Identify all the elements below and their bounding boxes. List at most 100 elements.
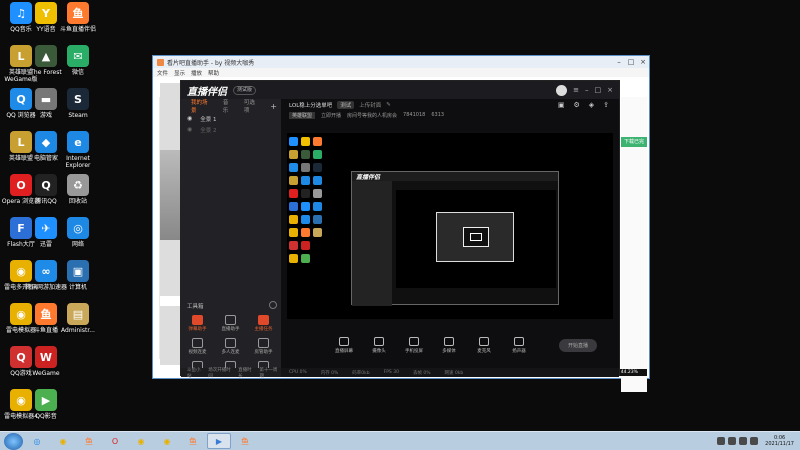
taskbar-app[interactable]: ◉ [155,433,179,449]
taskbar-app-icon: ◉ [59,436,67,446]
edit-icon[interactable]: ✎ [386,102,391,108]
taskbar-app[interactable]: ◉ [129,433,153,449]
eye-icon[interactable]: ◉ [187,115,192,122]
tab-scenes[interactable]: 我的场景 [191,98,213,114]
source-button[interactable]: 摄像头 [366,336,392,354]
desktop-app-icon: 鱼 [67,2,89,24]
skin-icon[interactable]: ◈ [589,101,594,109]
desktop-icon[interactable]: 鱼斗鱼直播伴侣 [57,2,99,45]
taskbar-app[interactable]: ◎ [25,433,49,449]
source-button[interactable]: 多媒体 [436,336,462,354]
scene-item[interactable]: ◉ 全景 1 [181,113,281,124]
minimize-icon[interactable]: – [613,57,625,68]
preview-desktop-icon [313,150,322,159]
tool-label: 直播助手 [221,327,240,332]
toolbox-more-icon[interactable] [269,301,277,309]
preview-desktop-icon [313,189,322,198]
desktop-icon-label: Administr... [61,327,95,334]
maximize-icon[interactable]: □ [625,57,637,68]
network-icon[interactable] [739,437,748,445]
desktop-app-icon: ∞ [35,260,57,282]
start-button[interactable] [4,432,23,450]
room-title[interactable]: LOL稳上分选单吧 [289,101,332,109]
start-live-button[interactable]: 开始直播 [559,338,597,352]
tray-icon[interactable] [728,437,737,445]
toolbox-item[interactable]: 多人连麦 [214,338,247,355]
taskbar-app[interactable]: 鱼 [181,433,205,449]
player-title: 看片吧直播助手 - by 视频大咖秀 [167,59,255,67]
clock-date: 2021/11/17 [765,441,794,447]
eye-icon[interactable]: ◉ [187,126,192,133]
source-button[interactable]: 直播屏幕 [331,336,357,354]
desktop-app-icon: ▲ [35,45,57,67]
player-titlebar[interactable]: 看片吧直播助手 - by 视频大咖秀 – □ × [153,56,649,68]
desktop-app-icon: ▬ [35,88,57,110]
taskbar-app[interactable]: 鱼 [77,433,101,449]
streaming-app[interactable]: 直播伴侣 测试版 ≡ – □ × 我的场景 音乐 可选项 + ◉ 全景 1 ◉ … [180,80,620,379]
desktop-icon[interactable]: ▣ 计算机 [57,260,99,303]
desktop-icon[interactable]: ♻ 回收站 [57,174,99,217]
player-menubar: 文件 显示 播放 帮助 [153,68,649,77]
volume-icon[interactable] [750,437,759,445]
tab-options[interactable]: 可选项 [244,98,260,114]
preview-desktop-icon [313,228,322,237]
source-button[interactable]: 手机投屏 [401,336,427,354]
desktop-app-icon: ◆ [35,131,57,153]
share-icon[interactable]: ⇪ [603,101,609,109]
clock[interactable]: 0:06 2021/11/17 [765,435,794,447]
toolbox-item[interactable]: 视频连麦 [181,338,214,355]
tool-label: 多人连麦 [221,350,240,355]
preview-desktop-icon [289,254,298,263]
toolbox-item[interactable]: 主播任务 [247,315,280,332]
taskbar-app[interactable]: 鱼 [233,433,257,449]
taskbar-app[interactable]: ▶ [207,433,231,449]
close-icon[interactable]: × [607,86,613,94]
gift-icon[interactable]: ▣ [558,101,565,109]
room-title-row: LOL稳上分选单吧 测试 上传封面 ✎ ▣ ⚙ ◈ ⇪ [281,99,619,110]
toolbox-item[interactable]: 弹幕助手 [181,315,214,332]
taskbar-app-icon: ◎ [33,436,41,446]
taskbar-app[interactable]: O [103,433,127,449]
toolbox-title: 工具箱 [187,304,204,310]
minimize-icon[interactable]: – [585,86,589,94]
preview-desktop-icon [289,228,298,237]
desktop-icon[interactable]: ◎ 网络 [57,217,99,260]
system-tray: 0:06 2021/11/17 [717,435,800,447]
preview-desktop-icon [313,163,322,172]
menu-item[interactable]: 文件 [157,69,168,77]
maximize-icon[interactable]: □ [595,86,602,94]
desktop-icon[interactable]: ✉ 微信 [57,45,99,88]
upload-cover-link[interactable]: 上传封面 [359,101,381,109]
settings-icon[interactable]: ⚙ [573,101,579,109]
taskbar-app[interactable]: ◉ [51,433,75,449]
category-action[interactable]: 立即开播 [321,112,341,119]
desktop-icon[interactable]: ▶ QQ影音 [25,389,67,432]
source-button[interactable]: 麦克风 [471,336,497,354]
source-label: 扬声器 [512,348,526,354]
menu-item[interactable]: 显示 [174,69,185,77]
preview-desktop-icon [301,189,310,198]
menu-icon[interactable]: ≡ [573,86,579,94]
avatar[interactable] [556,84,568,96]
toolbox-item[interactable]: 房管助手 [247,338,280,355]
footer-item: 场次开播时间 [208,367,231,379]
menu-item[interactable]: 帮助 [208,69,219,77]
desktop-icon[interactable]: ▤ Administr... [57,303,99,346]
scene-label: 全景 1 [200,116,217,123]
add-scene-icon[interactable]: + [270,102,281,111]
download-status-button[interactable]: 下载已完 [621,137,647,147]
preview-desktop-icon [301,163,310,172]
menu-item[interactable]: 播放 [191,69,202,77]
scene-item[interactable]: ◉ 全景 2 [181,124,281,135]
tray-icon[interactable] [717,437,726,445]
stream-preview[interactable]: 直播伴侣 [287,133,613,319]
desktop-icon[interactable]: e Internet Explorer [57,131,99,174]
close-icon[interactable]: × [637,57,649,68]
tab-music[interactable]: 音乐 [223,98,234,114]
desktop-icon[interactable]: S Steam [57,88,99,131]
source-button[interactable]: 扬声器 [506,336,532,354]
room-info-row: 英雄联盟 立即开播 房间号等我的人机房会 7841018 6313 [281,110,619,120]
toolbox-item[interactable]: 直播助手 [214,315,247,332]
desktop-icon[interactable]: W WeGame [25,346,67,389]
category-tag[interactable]: 英雄联盟 [289,111,316,119]
